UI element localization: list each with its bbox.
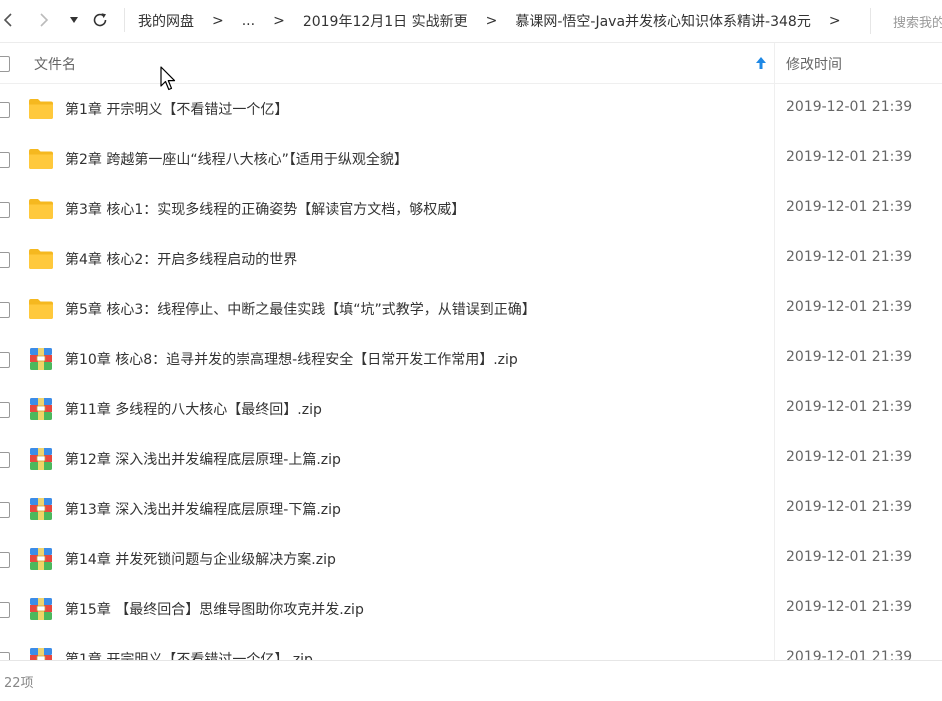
file-row[interactable]: 第1章 开宗明义【不看错过一个亿】 2019-12-01 21:39 <box>0 84 942 134</box>
zip-archive-icon <box>30 448 52 470</box>
file-list: 第1章 开宗明义【不看错过一个亿】 2019-12-01 21:39 第2章 跨越… <box>0 84 942 660</box>
modified-time: 2019-12-01 21:39 <box>786 599 913 615</box>
row-checkbox[interactable] <box>0 652 10 660</box>
breadcrumb-separator: > <box>273 13 285 29</box>
folder-icon <box>29 99 53 119</box>
file-row[interactable]: 第14章 并发死锁问题与企业级解决方案.zip 2019-12-01 21:39 <box>0 534 942 584</box>
row-checkbox[interactable] <box>0 152 10 168</box>
row-checkbox[interactable] <box>0 502 10 518</box>
row-checkbox[interactable] <box>0 202 10 218</box>
breadcrumb-item-my-drive[interactable]: 我的网盘 <box>138 11 194 31</box>
chevron-right-icon <box>40 13 49 27</box>
modified-time: 2019-12-01 21:39 <box>786 549 913 565</box>
forward-button[interactable] <box>32 8 56 32</box>
row-checkbox[interactable] <box>0 102 10 118</box>
zip-archive-icon <box>30 598 52 620</box>
history-dropdown-button[interactable] <box>62 8 86 32</box>
breadcrumb-separator: > <box>212 13 224 29</box>
file-row[interactable]: 第4章 核心2：开启多线程启动的世界 2019-12-01 21:39 <box>0 234 942 284</box>
status-bar: 22项 <box>0 660 942 701</box>
file-name[interactable]: 第11章 多线程的八大核心【最终回】.zip <box>65 399 322 419</box>
breadcrumb-separator: > <box>485 13 498 29</box>
file-row[interactable]: 第2章 跨越第一座山“线程八大核心”【适用于纵观全貌】 2019-12-01 21… <box>0 134 942 184</box>
folder-icon <box>29 299 53 319</box>
file-name[interactable]: 第13章 深入浅出并发编程底层原理-下篇.zip <box>65 499 341 519</box>
file-row[interactable]: 第15章 【最终回合】思维导图助你攻克并发.zip 2019-12-01 21:3… <box>0 584 942 634</box>
file-row[interactable]: 第1章 开宗明义【不看错过一个亿】.zip 2019-12-01 21:39 <box>0 634 942 660</box>
select-all-checkbox[interactable] <box>0 56 10 72</box>
modified-time: 2019-12-01 21:39 <box>786 149 913 165</box>
file-row[interactable]: 第11章 多线程的八大核心【最终回】.zip 2019-12-01 21:39 <box>0 384 942 434</box>
back-button[interactable] <box>0 8 20 32</box>
folder-icon <box>29 199 53 219</box>
column-header-name[interactable]: 文件名 <box>34 54 76 74</box>
modified-time: 2019-12-01 21:39 <box>786 299 913 315</box>
toolbar: 我的网盘 > ... > 2019年12月1日 实战新更 > 慕课网-悟空-Ja… <box>0 0 942 43</box>
modified-time: 2019-12-01 21:39 <box>786 199 913 215</box>
column-header-modified-time[interactable]: 修改时间 <box>786 54 842 74</box>
file-name[interactable]: 第12章 深入浅出并发编程底层原理-上篇.zip <box>65 449 341 469</box>
row-checkbox[interactable] <box>0 302 10 318</box>
breadcrumb-item-folder[interactable]: 2019年12月1日 实战新更 <box>303 11 468 31</box>
modified-time: 2019-12-01 21:39 <box>786 249 913 265</box>
breadcrumb-separator: > <box>828 13 841 29</box>
breadcrumb: 我的网盘 > ... > 2019年12月1日 实战新更 > 慕课网-悟空-Ja… <box>138 0 859 42</box>
chevron-left-icon <box>3 13 12 27</box>
mouse-cursor-icon <box>160 66 176 91</box>
row-checkbox[interactable] <box>0 252 10 268</box>
modified-time: 2019-12-01 21:39 <box>786 649 913 660</box>
modified-time: 2019-12-01 21:39 <box>786 499 913 515</box>
sort-ascending-icon[interactable] <box>754 55 768 71</box>
row-checkbox[interactable] <box>0 352 10 368</box>
search-box[interactable]: 搜索我的 <box>870 8 942 34</box>
item-count: 22项 <box>4 676 34 691</box>
file-name[interactable]: 第2章 跨越第一座山“线程八大核心”【适用于纵观全貌】 <box>65 149 408 169</box>
file-row[interactable]: 第5章 核心3：线程停止、中断之最佳实践【填“坑”式教学，从错误到正确】 2019… <box>0 284 942 334</box>
modified-time: 2019-12-01 21:39 <box>786 449 913 465</box>
file-name[interactable]: 第4章 核心2：开启多线程启动的世界 <box>65 249 297 269</box>
file-name[interactable]: 第3章 核心1：实现多线程的正确姿势【解读官方文档，够权威】 <box>65 199 465 219</box>
zip-archive-icon <box>30 498 52 520</box>
zip-archive-icon <box>30 398 52 420</box>
file-name[interactable]: 第1章 开宗明义【不看错过一个亿】 <box>65 99 288 119</box>
folder-icon <box>29 149 53 169</box>
breadcrumb-item-current[interactable]: 慕课网-悟空-Java并发核心知识体系精讲-348元 <box>515 11 810 31</box>
modified-time: 2019-12-01 21:39 <box>786 99 913 115</box>
modified-time: 2019-12-01 21:39 <box>786 399 913 415</box>
modified-time: 2019-12-01 21:39 <box>786 349 913 365</box>
search-placeholder: 搜索我的 <box>893 16 942 31</box>
file-name[interactable]: 第1章 开宗明义【不看错过一个亿】.zip <box>65 649 313 660</box>
folder-icon <box>29 249 53 269</box>
row-checkbox[interactable] <box>0 402 10 418</box>
row-checkbox[interactable] <box>0 602 10 618</box>
file-name[interactable]: 第14章 并发死锁问题与企业级解决方案.zip <box>65 549 336 569</box>
breadcrumb-item-ellipsis[interactable]: ... <box>242 13 255 29</box>
refresh-icon <box>93 13 107 27</box>
file-list-header: 文件名 修改时间 <box>0 43 942 84</box>
refresh-button[interactable] <box>88 8 112 32</box>
zip-archive-icon <box>30 648 52 660</box>
file-name[interactable]: 第10章 核心8：追寻并发的崇高理想-线程安全【日常开发工作常用】.zip <box>65 349 518 369</box>
file-row[interactable]: 第10章 核心8：追寻并发的崇高理想-线程安全【日常开发工作常用】.zip 201… <box>0 334 942 384</box>
caret-down-icon <box>70 17 78 23</box>
file-row[interactable]: 第13章 深入浅出并发编程底层原理-下篇.zip 2019-12-01 21:39 <box>0 484 942 534</box>
zip-archive-icon <box>30 348 52 370</box>
row-checkbox[interactable] <box>0 552 10 568</box>
row-checkbox[interactable] <box>0 452 10 468</box>
file-name[interactable]: 第5章 核心3：线程停止、中断之最佳实践【填“坑”式教学，从错误到正确】 <box>65 299 536 319</box>
file-name[interactable]: 第15章 【最终回合】思维导图助你攻克并发.zip <box>65 599 364 619</box>
toolbar-divider <box>124 8 125 32</box>
file-row[interactable]: 第3章 核心1：实现多线程的正确姿势【解读官方文档，够权威】 2019-12-01… <box>0 184 942 234</box>
file-row[interactable]: 第12章 深入浅出并发编程底层原理-上篇.zip 2019-12-01 21:39 <box>0 434 942 484</box>
zip-archive-icon <box>30 548 52 570</box>
